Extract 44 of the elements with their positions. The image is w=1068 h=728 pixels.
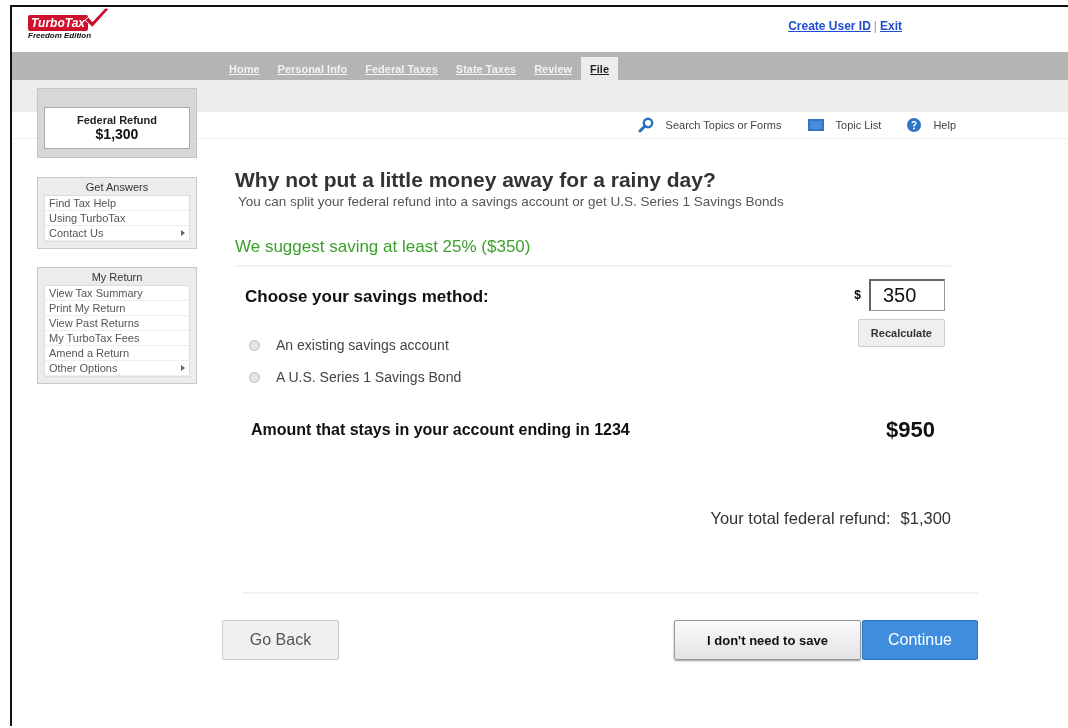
toolbar-link[interactable]: Help	[907, 118, 956, 132]
recalculate-button[interactable]: Recalculate	[857, 319, 945, 347]
amount-field[interactable]: 350	[869, 279, 945, 311]
currency-symbol: $	[854, 288, 861, 302]
total-amount: $1,300	[900, 509, 951, 528]
radio-option[interactable]: A U.S. Series 1 Savings Bond	[249, 361, 489, 393]
edition-label: Freedom Edition	[28, 31, 93, 40]
submenu-arrow-icon	[181, 230, 185, 236]
sidebar-link[interactable]: My TurboTax Fees	[45, 331, 189, 346]
header-link[interactable]: Exit	[880, 19, 902, 52]
remaining-amount: $950	[886, 417, 935, 443]
method-label: Choose your savings method:	[245, 287, 489, 307]
link-separator: |	[873, 19, 877, 35]
back-button[interactable]: Go Back	[222, 620, 339, 660]
radio-button[interactable]	[249, 339, 260, 351]
refund-label: Federal Refund	[76, 114, 158, 126]
skip-button[interactable]: I don't need to save	[674, 620, 861, 660]
toolbar-link[interactable]: Topic List	[807, 119, 882, 131]
sidebar-link[interactable]: Find Tax Help	[45, 196, 189, 211]
radio-button[interactable]	[249, 371, 260, 383]
page-heading: Why not put a little money away for a rainy day?	[235, 168, 717, 192]
sidebar-link[interactable]: Amend a Return	[45, 346, 189, 361]
sidebar-link[interactable]: Print My Return	[45, 301, 189, 316]
total-label: Your total federal refund:	[710, 509, 891, 528]
sidebar-link[interactable]: Other Options	[45, 361, 189, 376]
radio-option[interactable]: An existing savings account	[249, 329, 489, 361]
sidebar-link[interactable]: View Tax Summary	[45, 286, 189, 301]
help-icon	[907, 118, 922, 132]
panel-icon	[807, 119, 824, 131]
nav-tab[interactable]: File	[581, 57, 618, 80]
header-link[interactable]: Create User ID	[788, 19, 871, 52]
sidebar-link[interactable]: Contact Us	[45, 226, 189, 241]
submenu-arrow-icon	[181, 365, 185, 371]
sidebar-link[interactable]: Using TurboTax	[45, 211, 189, 226]
suggestion-text: We suggest saving at least 25% ($350)	[235, 237, 951, 267]
brand-name: TurboTax	[28, 15, 88, 31]
page-subheading: You can split your federal refund into a savings account or get U.S. Series 1 Savings Bonds	[238, 194, 785, 209]
toolbar-link[interactable]: Search Topics or Forms	[637, 117, 782, 133]
panel-title: Get Answers	[84, 181, 150, 195]
sidebar-link[interactable]: View Past Returns	[45, 316, 189, 331]
remaining-label: Amount that stays in your account ending in 1234	[251, 421, 630, 439]
refund-amount: $1,300	[95, 126, 139, 142]
panel-title: My Return	[90, 271, 144, 285]
search-icon	[637, 117, 654, 133]
